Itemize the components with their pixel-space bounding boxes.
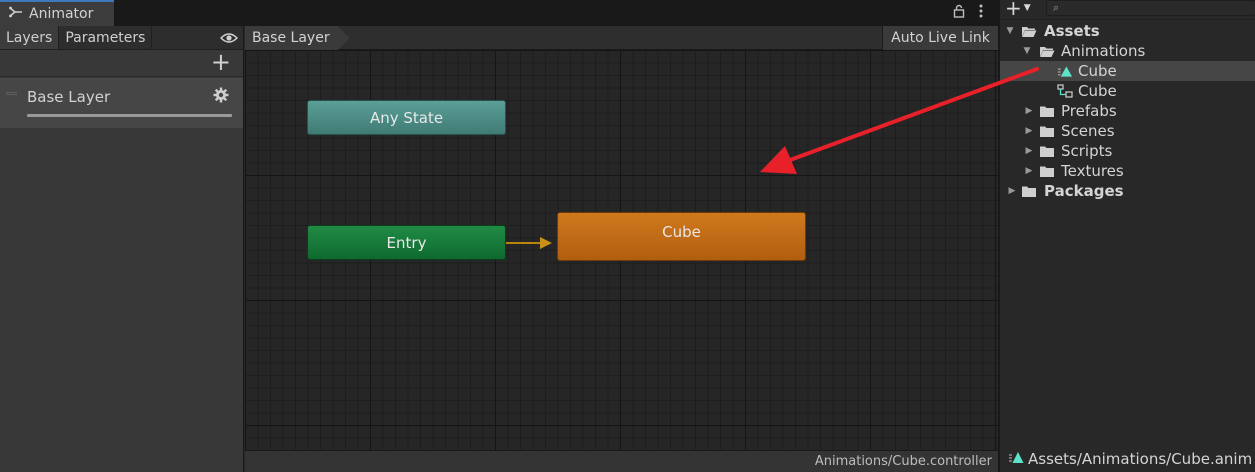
tree-item-label: Assets	[1044, 22, 1100, 40]
tree-item-cube-clip[interactable]: Cube	[1000, 61, 1255, 81]
layers-panel: Layers Parameters + Base Layer	[0, 26, 244, 472]
selected-asset-path-bar: Assets/Animations/Cube.anim	[1000, 446, 1255, 472]
layer-name: Base Layer	[27, 88, 111, 106]
project-panel: + ▼ ⌕ ▼ Assets ▼ Animations Cube Cube ▶ …	[999, 0, 1255, 472]
tree-item-label: Scenes	[1061, 122, 1115, 140]
animator-window: Animator Layers Parameters + Base Layer	[0, 0, 998, 472]
tree-item-animations[interactable]: ▼ Animations	[1000, 41, 1255, 61]
state-entry[interactable]: Entry	[307, 225, 506, 260]
graph-toolbar: Base Layer Auto Live Link	[245, 26, 998, 50]
animation-clip-icon	[1057, 64, 1073, 78]
search-input[interactable]: ⌕	[1046, 0, 1255, 16]
collapsed-arrow-icon[interactable]: ▶	[1024, 106, 1034, 116]
add-layer-button[interactable]: +	[211, 50, 231, 74]
drag-handle-icon[interactable]	[6, 92, 17, 95]
graph-status-bar: Animations/Cube.controller	[245, 450, 998, 472]
animation-clip-icon	[1008, 450, 1024, 468]
tab-parameters[interactable]: Parameters	[59, 26, 153, 49]
folder-open-icon	[1039, 44, 1055, 58]
gear-icon[interactable]	[213, 87, 229, 107]
controller-path: Animations/Cube.controller	[814, 454, 992, 469]
expanded-arrow-icon[interactable]: ▼	[1005, 26, 1015, 36]
eye-icon[interactable]	[215, 26, 243, 49]
animator-controller-icon	[1057, 84, 1073, 98]
tree-item-prefabs[interactable]: ▶ Prefabs	[1000, 101, 1255, 121]
layers-toolbar: +	[0, 50, 243, 77]
tree-item-cube-controller[interactable]: Cube	[1000, 81, 1255, 101]
layers-parameters-tabs: Layers Parameters	[0, 26, 243, 50]
layer-row-base[interactable]: Base Layer	[0, 78, 243, 128]
layer-weight-bar[interactable]	[27, 114, 232, 117]
collapsed-arrow-icon[interactable]: ▶	[1024, 166, 1034, 176]
animator-icon	[9, 6, 23, 22]
state-machine-graph[interactable]: Base Layer Auto Live Link Any State Entr…	[245, 26, 998, 472]
tree-item-label: Prefabs	[1061, 102, 1117, 120]
state-label: Cube	[662, 223, 701, 241]
collapsed-arrow-icon[interactable]: ▶	[1007, 186, 1017, 196]
folder-icon	[1039, 164, 1055, 178]
kebab-menu-icon[interactable]	[979, 4, 983, 22]
tree-item-label: Cube	[1078, 82, 1117, 100]
graph-grid[interactable]: Any State Entry Cube	[245, 50, 998, 450]
collapsed-arrow-icon[interactable]: ▶	[1024, 146, 1034, 156]
folder-open-icon	[1021, 24, 1037, 38]
tree-item-textures[interactable]: ▶ Textures	[1000, 161, 1255, 181]
folder-icon	[1021, 184, 1037, 198]
tree-item-label: Textures	[1061, 162, 1124, 180]
animator-tab-label: Animator	[29, 6, 94, 22]
tree-item-label: Packages	[1044, 182, 1124, 200]
state-label: Any State	[369, 108, 444, 127]
selected-asset-path: Assets/Animations/Cube.anim	[1028, 450, 1253, 468]
state-cube[interactable]: Cube	[557, 212, 806, 261]
lock-icon[interactable]	[953, 4, 965, 22]
tree-item-label: Scripts	[1061, 142, 1113, 160]
tree-item-label: Animations	[1061, 42, 1146, 60]
tab-layers[interactable]: Layers	[0, 26, 60, 49]
tree-item-packages[interactable]: ▶ Packages	[1000, 181, 1255, 201]
collapsed-arrow-icon[interactable]: ▶	[1024, 126, 1034, 136]
folder-icon	[1039, 144, 1055, 158]
expanded-arrow-icon[interactable]: ▼	[1022, 46, 1032, 56]
folder-icon	[1039, 124, 1055, 138]
project-tree: ▼ Assets ▼ Animations Cube Cube ▶ Prefab…	[1000, 21, 1255, 201]
state-label: Entry	[386, 233, 427, 252]
tree-item-scripts[interactable]: ▶ Scripts	[1000, 141, 1255, 161]
transition-arrow[interactable]	[506, 236, 556, 250]
search-icon: ⌕	[1053, 1, 1060, 14]
create-button-label: +	[1005, 0, 1022, 20]
tree-item-assets[interactable]: ▼ Assets	[1000, 21, 1255, 41]
animator-tab[interactable]: Animator	[0, 0, 114, 26]
tree-item-scenes[interactable]: ▶ Scenes	[1000, 121, 1255, 141]
auto-live-link-button[interactable]: Auto Live Link	[882, 26, 998, 50]
chevron-down-icon: ▼	[1023, 3, 1031, 13]
tree-item-label: Cube	[1078, 62, 1117, 80]
animator-tab-strip: Animator	[0, 0, 998, 26]
project-toolbar: + ▼ ⌕	[1000, 0, 1255, 20]
state-any-state[interactable]: Any State	[307, 100, 506, 135]
create-button[interactable]: + ▼	[1005, 0, 1031, 18]
folder-icon	[1039, 104, 1055, 118]
breadcrumb[interactable]: Base Layer	[245, 26, 350, 50]
